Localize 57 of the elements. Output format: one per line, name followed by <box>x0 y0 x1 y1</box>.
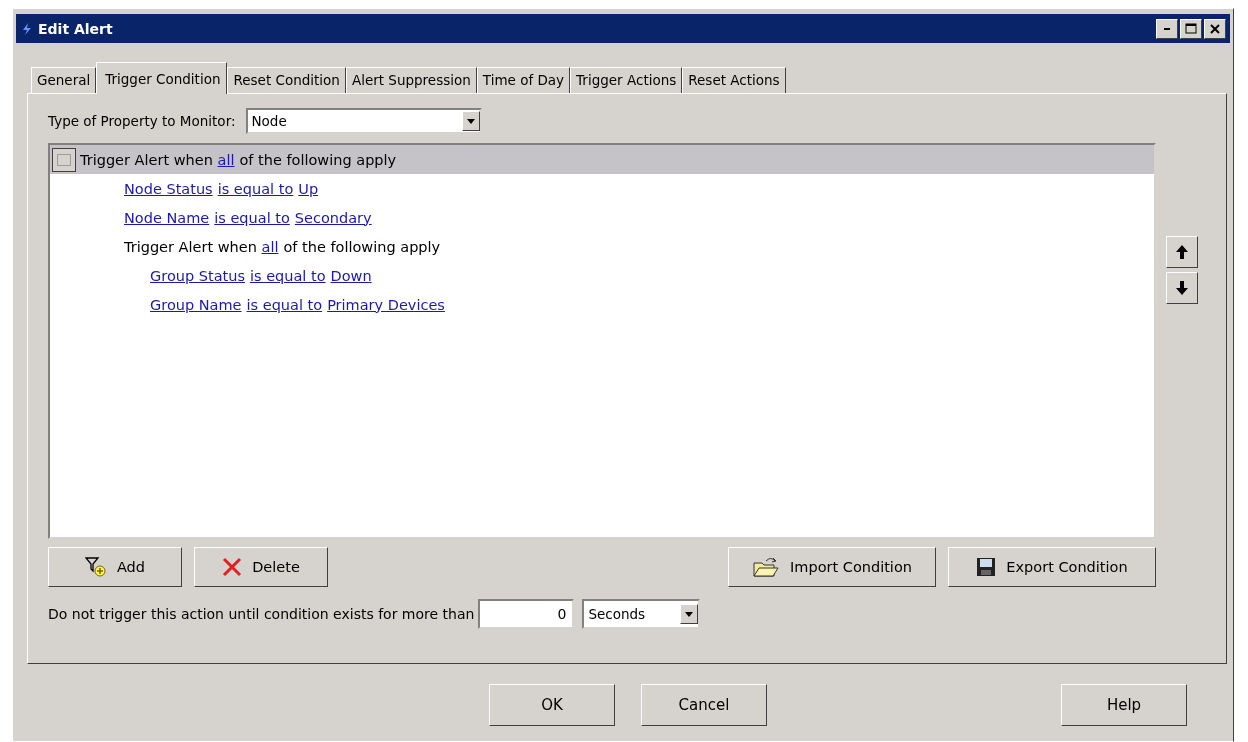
tab[interactable]: Reset Actions <box>682 67 786 93</box>
tab[interactable]: General <box>31 67 97 93</box>
dialog-button[interactable]: Help <box>1061 684 1187 726</box>
group-rule-text: Trigger Alert when all of the following apply <box>80 151 397 168</box>
close-button[interactable] <box>1204 18 1226 39</box>
tab[interactable]: Trigger Condition <box>96 62 228 94</box>
close-icon <box>1210 23 1220 34</box>
quantifier-link[interactable]: all <box>217 151 235 168</box>
up-arrow-icon <box>1176 245 1188 259</box>
import-button[interactable]: Import Condition <box>728 547 936 587</box>
move-down-button[interactable] <box>1166 272 1198 304</box>
delete-button[interactable]: Delete <box>194 547 328 587</box>
tab[interactable]: Alert Suppression <box>345 67 477 93</box>
delete-x-icon <box>222 557 243 577</box>
quantifier-link[interactable]: all <box>261 238 279 255</box>
tab[interactable]: Time of Day <box>476 67 571 93</box>
filter-add-icon <box>84 557 107 577</box>
minimize-icon <box>1164 27 1170 30</box>
operator-link[interactable]: is equal to <box>249 267 326 284</box>
value-link[interactable]: Primary Devices <box>327 296 445 313</box>
tree-row[interactable]: Trigger Alert when all of the following apply <box>50 232 1154 261</box>
field-link[interactable]: Node Status <box>124 180 213 197</box>
group-box-icon <box>52 147 76 172</box>
tree-row[interactable]: Trigger Alert when all of the following apply <box>50 145 1154 174</box>
maximize-icon <box>1185 23 1197 34</box>
window-title: Edit Alert <box>38 20 114 37</box>
tree-row[interactable]: Group Status is equal to Down <box>50 261 1154 290</box>
tab[interactable]: Reset Condition <box>227 67 346 93</box>
lightning-icon <box>22 22 32 35</box>
field-link[interactable]: Group Name <box>150 296 242 313</box>
add-button[interactable]: Add <box>48 547 182 587</box>
value-link[interactable]: Up <box>298 180 319 197</box>
operator-link[interactable]: is equal to <box>214 209 290 226</box>
minimize-button[interactable] <box>1156 18 1178 39</box>
tab[interactable]: Trigger Actions <box>570 67 683 93</box>
property-type-dropdown[interactable]: Node <box>245 108 482 134</box>
tree-row[interactable]: Group Name is equal to Primary Devices <box>50 290 1154 319</box>
unit-dropdown[interactable]: Seconds <box>582 599 701 629</box>
move-up-button[interactable] <box>1166 236 1198 268</box>
operator-link[interactable]: is equal to <box>217 180 294 197</box>
operator-link[interactable]: is equal to <box>246 296 323 313</box>
delay-field[interactable]: 0 <box>478 599 575 629</box>
field-link[interactable]: Group Status <box>150 267 245 284</box>
folder-icon <box>752 556 781 578</box>
dialog-button[interactable]: OK <box>489 684 615 726</box>
group-rule-text: Trigger Alert when all of the following apply <box>124 238 441 255</box>
delay-label: Do not trigger this action until condition exists for more than <box>48 606 475 622</box>
dialog-button[interactable]: Cancel <box>641 684 767 726</box>
tree-row[interactable]: Node Status is equal to Up <box>50 174 1154 203</box>
export-button[interactable]: Export Condition <box>948 547 1156 587</box>
field-label: Type of Property to Monitor: <box>48 113 236 129</box>
tree-row[interactable]: Node Name is equal to Secondary <box>50 203 1154 232</box>
value-link[interactable]: Down <box>330 267 372 284</box>
field-link[interactable]: Node Name <box>124 209 210 226</box>
maximize-button[interactable] <box>1180 18 1202 39</box>
down-arrow-icon <box>1176 281 1188 295</box>
value-link[interactable]: Secondary <box>294 209 372 226</box>
